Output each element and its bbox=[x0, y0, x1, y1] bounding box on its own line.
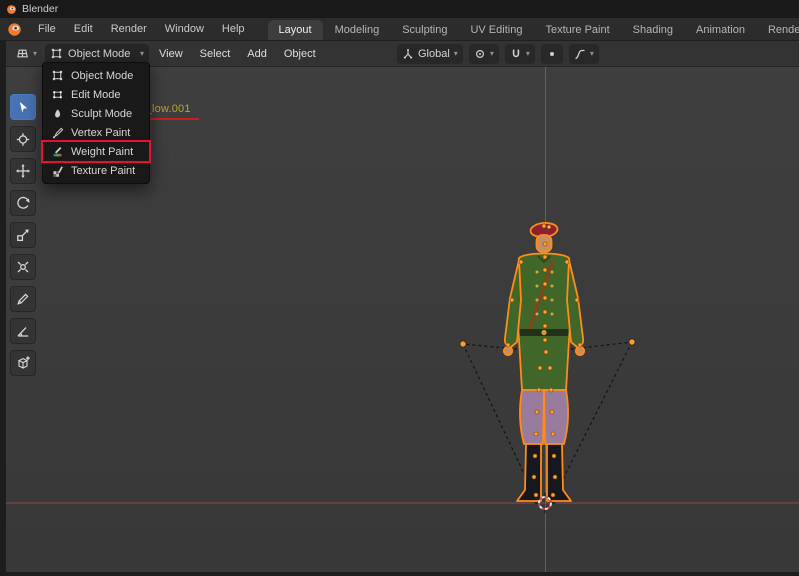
mode-select-menu: Object Mode Edit Mode Sculpt Mode Vertex… bbox=[41, 62, 151, 184]
tab-modeling[interactable]: Modeling bbox=[324, 20, 391, 40]
menu-item-edit-mode[interactable]: Edit Mode bbox=[43, 85, 149, 104]
blender-logo-icon bbox=[7, 22, 22, 37]
tool-add-cube[interactable] bbox=[10, 350, 36, 376]
pivot-point-dropdown[interactable]: ▾ bbox=[468, 44, 499, 64]
menu-item-label: Weight Paint bbox=[71, 145, 134, 158]
mode-dropdown-label: Object Mode bbox=[68, 47, 131, 60]
tool-rotate[interactable] bbox=[10, 190, 36, 216]
tab-sculpting[interactable]: Sculpting bbox=[391, 20, 458, 40]
move-icon bbox=[15, 163, 31, 179]
falloff-curve-icon bbox=[574, 48, 586, 60]
chevron-down-icon: ▾ bbox=[525, 49, 530, 58]
sculpt-mode-icon bbox=[51, 107, 64, 120]
editor-type-button[interactable]: ▾ bbox=[10, 44, 42, 64]
menu-help[interactable]: Help bbox=[213, 18, 254, 40]
menu-item-label: Vertex Paint bbox=[71, 126, 131, 139]
menu-item-label: Sculpt Mode bbox=[71, 107, 133, 120]
header-transform-controls: Global ▾ ▾ ▾ ▾ bbox=[397, 44, 599, 64]
chevron-down-icon: ▾ bbox=[589, 49, 594, 58]
window-title: Blender bbox=[22, 3, 59, 15]
menu-item-label: Object Mode bbox=[71, 69, 134, 82]
3d-cursor-icon bbox=[15, 131, 31, 147]
chevron-down-icon: ▾ bbox=[33, 48, 38, 58]
pivot-point-icon bbox=[474, 48, 486, 60]
object-mode-icon bbox=[50, 47, 63, 60]
add-cube-icon bbox=[15, 355, 31, 371]
menu-object[interactable]: Object bbox=[277, 43, 323, 65]
mode-dropdown-button[interactable]: Object Mode ▾ bbox=[45, 43, 150, 64]
editor-3d-viewport-icon bbox=[15, 46, 30, 61]
tool-select-box[interactable] bbox=[10, 94, 36, 120]
menu-item-label: Texture Paint bbox=[71, 164, 136, 177]
menu-item-vertex-paint[interactable]: Vertex Paint bbox=[43, 123, 149, 142]
orientation-gizmo-icon bbox=[402, 48, 414, 60]
transform-icon bbox=[15, 259, 31, 275]
object-mode-icon bbox=[51, 69, 64, 82]
rotate-icon bbox=[15, 195, 31, 211]
menu-item-texture-paint[interactable]: Texture Paint bbox=[43, 161, 149, 180]
tab-uv-editing[interactable]: UV Editing bbox=[459, 20, 533, 40]
proportional-editing-toggle[interactable] bbox=[540, 44, 563, 64]
menu-add[interactable]: Add bbox=[240, 43, 274, 65]
topbar: File Edit Render Window Help Layout Mode… bbox=[0, 18, 799, 41]
menu-item-object-mode[interactable]: Object Mode bbox=[43, 66, 149, 85]
select-cursor-icon bbox=[15, 99, 31, 115]
tool-annotate[interactable] bbox=[10, 286, 36, 312]
tool-transform[interactable] bbox=[10, 254, 36, 280]
tab-animation[interactable]: Animation bbox=[685, 20, 756, 40]
menu-select[interactable]: Select bbox=[193, 43, 238, 65]
menu-item-weight-paint[interactable]: Weight Paint bbox=[41, 140, 151, 163]
chevron-down-icon: ▾ bbox=[140, 48, 145, 58]
tool-move[interactable] bbox=[10, 158, 36, 184]
tab-layout[interactable]: Layout bbox=[267, 20, 323, 40]
workspace-tabs: Layout Modeling Sculpting UV Editing Tex… bbox=[267, 18, 799, 40]
menu-file[interactable]: File bbox=[29, 18, 65, 40]
menu-view[interactable]: View bbox=[152, 43, 190, 65]
menu-render[interactable]: Render bbox=[102, 18, 156, 40]
menu-item-label: Edit Mode bbox=[71, 88, 121, 101]
measure-icon bbox=[15, 323, 31, 339]
proportional-falloff-dropdown[interactable]: ▾ bbox=[568, 44, 599, 64]
menu-window[interactable]: Window bbox=[156, 18, 213, 40]
proportional-dot-icon bbox=[547, 49, 557, 59]
armature-target-left bbox=[459, 340, 467, 348]
armature-target-right bbox=[628, 338, 636, 346]
orientation-label: Global bbox=[418, 48, 450, 60]
menu-edit[interactable]: Edit bbox=[65, 18, 102, 40]
tool-scale[interactable] bbox=[10, 222, 36, 248]
tab-texture-paint[interactable]: Texture Paint bbox=[534, 20, 620, 40]
window-titlebar: Blender bbox=[0, 0, 799, 18]
chevron-down-icon: ▾ bbox=[489, 49, 494, 58]
chevron-down-icon: ▾ bbox=[453, 49, 458, 58]
weight-paint-icon bbox=[51, 145, 64, 158]
transform-orientation-dropdown[interactable]: Global ▾ bbox=[397, 44, 463, 64]
tool-measure[interactable] bbox=[10, 318, 36, 344]
blender-app-menu-button[interactable] bbox=[0, 18, 29, 40]
edit-mode-icon bbox=[51, 88, 64, 101]
pencil-icon bbox=[15, 291, 31, 307]
tab-shading[interactable]: Shading bbox=[622, 20, 684, 40]
scale-icon bbox=[15, 227, 31, 243]
tab-rendering[interactable]: Rendering bbox=[757, 20, 799, 40]
menu-item-sculpt-mode[interactable]: Sculpt Mode bbox=[43, 104, 149, 123]
blender-logo-icon bbox=[6, 4, 17, 15]
texture-paint-icon bbox=[51, 164, 64, 177]
magnet-icon bbox=[510, 48, 522, 60]
tool-cursor[interactable] bbox=[10, 126, 36, 152]
character-model bbox=[502, 222, 586, 502]
vertex-paint-icon bbox=[51, 126, 64, 139]
snap-toggle-dropdown[interactable]: ▾ bbox=[504, 44, 535, 64]
